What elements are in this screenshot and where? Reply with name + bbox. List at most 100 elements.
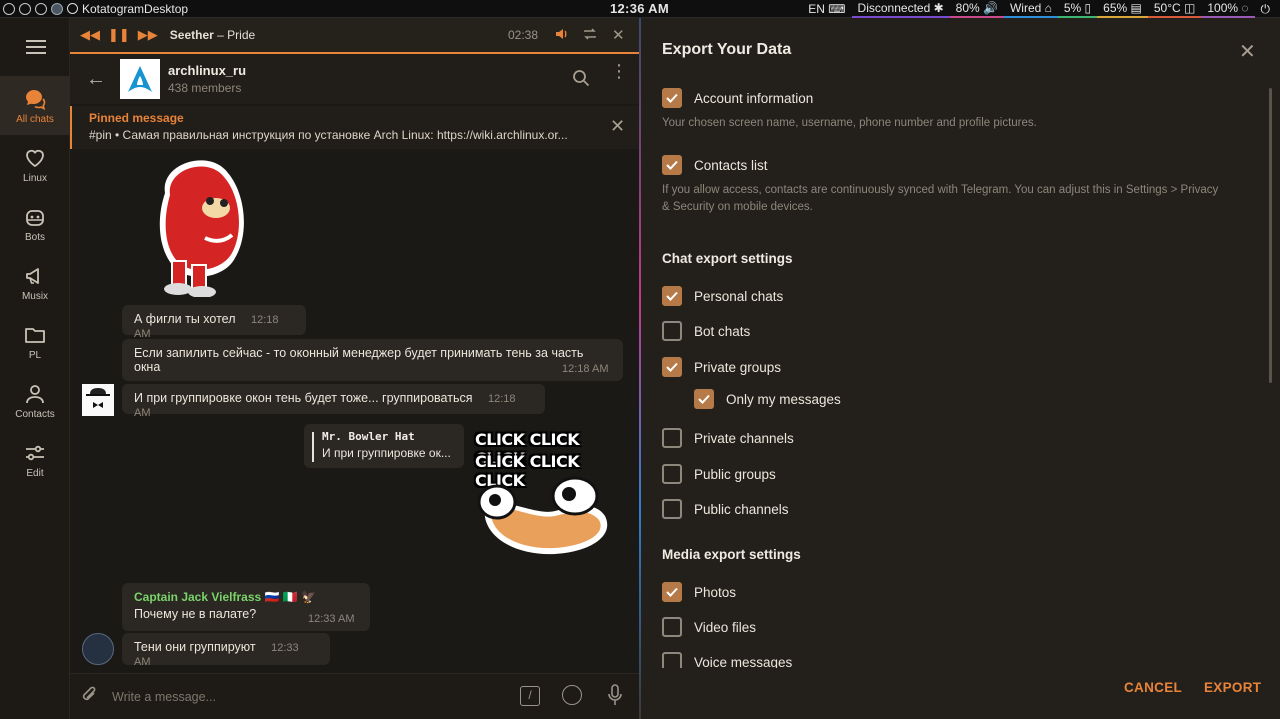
- checkbox-checked[interactable]: [662, 88, 682, 108]
- option-public-channels[interactable]: Public channels: [662, 499, 789, 519]
- folder-label: Linux: [23, 172, 47, 184]
- message-text: А фигли ты хотел: [134, 312, 236, 326]
- volume-indicator[interactable]: 80% 🔊: [949, 0, 1004, 18]
- close-export-icon[interactable]: ✕: [1239, 39, 1256, 64]
- group-name: archlinux_ru: [168, 63, 247, 78]
- user-avatar[interactable]: [82, 633, 114, 665]
- message-bubble[interactable]: Captain Jack Vielfrass 🇷🇺 🇮🇹 🦅 Почему не…: [122, 583, 370, 631]
- folder-contacts[interactable]: Contacts: [0, 371, 70, 430]
- pinned-message-bar[interactable]: Pinned message #pin • Самая правильная и…: [70, 106, 639, 149]
- volume-icon[interactable]: [554, 26, 570, 45]
- checkbox-unchecked[interactable]: [662, 617, 682, 637]
- option-private-channels[interactable]: Private channels: [662, 428, 794, 448]
- checkbox-unchecked[interactable]: [662, 321, 682, 341]
- checkbox-checked[interactable]: [662, 582, 682, 602]
- reply-preview[interactable]: Mr. Bowler Hat И при группировке ок...: [304, 424, 464, 468]
- emoji-icon[interactable]: [562, 685, 582, 705]
- memory-indicator[interactable]: 65% ▤: [1097, 0, 1148, 18]
- checkbox-unchecked[interactable]: [662, 464, 682, 484]
- folder-all-chats[interactable]: All chats: [0, 76, 70, 135]
- folder-bots[interactable]: Bots: [0, 194, 70, 253]
- message-bubble[interactable]: Тени они группируют 12:33 AM: [122, 633, 330, 668]
- option-bot-chats[interactable]: Bot chats: [662, 321, 750, 341]
- option-contacts[interactable]: Contacts list: [662, 155, 768, 175]
- pinned-title: Pinned message: [89, 111, 184, 125]
- user-avatar[interactable]: [82, 384, 114, 416]
- clock[interactable]: 12:36 AM: [610, 1, 669, 16]
- maximize-window-icon[interactable]: [35, 2, 47, 15]
- minimize-window-icon[interactable]: [19, 2, 31, 15]
- network-indicator[interactable]: Wired ⌂: [1003, 0, 1058, 18]
- track-title[interactable]: Seether – Pride: [170, 28, 255, 42]
- option-label: Private groups: [694, 359, 782, 375]
- temperature-indicator[interactable]: 50°C ◫: [1147, 0, 1202, 18]
- group-avatar[interactable]: [120, 59, 160, 99]
- folder-linux[interactable]: Linux: [0, 135, 70, 194]
- checkbox-checked[interactable]: [694, 389, 714, 409]
- repeat-icon[interactable]: [582, 26, 598, 45]
- checkbox-unchecked[interactable]: [662, 499, 682, 519]
- app-title-label: KotatogramDesktop: [82, 1, 189, 16]
- message-bubble[interactable]: И при группировке окон тень будет тоже..…: [122, 384, 545, 419]
- option-public-groups[interactable]: Public groups: [662, 464, 776, 484]
- pause-icon[interactable]: ❚❚: [108, 27, 130, 43]
- pinned-text: #pin • Самая правильная инструкция по ус…: [89, 128, 568, 142]
- folder-musix[interactable]: Musix: [0, 253, 70, 312]
- option-account-info[interactable]: Account information: [662, 88, 813, 108]
- checkbox-checked[interactable]: [662, 286, 682, 306]
- keyboard-layout-indicator[interactable]: EN ⌨: [802, 0, 851, 18]
- checkbox-unchecked[interactable]: [662, 428, 682, 448]
- option-voice-messages[interactable]: Voice messages: [662, 652, 792, 668]
- bot-command-icon[interactable]: /: [520, 686, 540, 706]
- previous-track-icon[interactable]: ◀◀: [80, 27, 100, 43]
- folder-pl[interactable]: PL: [0, 312, 70, 371]
- bot-icon: [26, 209, 44, 226]
- sliders-icon: [26, 445, 44, 460]
- close-window-icon[interactable]: [3, 2, 15, 15]
- folder-edit[interactable]: Edit: [0, 430, 70, 489]
- bowler-hat-icon: [86, 388, 110, 408]
- export-button[interactable]: EXPORT: [1204, 680, 1261, 695]
- option-label: Private channels: [694, 430, 794, 446]
- checkbox-unchecked[interactable]: [662, 652, 682, 668]
- option-label: Only my messages: [726, 391, 841, 407]
- attach-icon[interactable]: [80, 684, 98, 709]
- option-photos[interactable]: Photos: [662, 582, 736, 602]
- menu-icon[interactable]: [26, 40, 46, 58]
- close-player-icon[interactable]: ✕: [612, 26, 625, 44]
- close-pinned-icon[interactable]: ✕: [610, 116, 625, 137]
- more-menu-icon[interactable]: ⋮: [610, 62, 628, 80]
- option-personal-chats[interactable]: Personal chats: [662, 286, 783, 306]
- battery-indicator[interactable]: 100% ◌: [1201, 0, 1255, 18]
- cpu-indicator[interactable]: 5% ▯: [1057, 0, 1098, 18]
- cancel-button[interactable]: CANCEL: [1124, 680, 1182, 695]
- group-info[interactable]: archlinux_ru 438 members: [168, 63, 246, 95]
- knuckles-sticker[interactable]: [150, 153, 252, 298]
- sender-name[interactable]: Captain Jack Vielfrass 🇷🇺 🇮🇹 🦅: [134, 590, 358, 604]
- message-bubble[interactable]: Если запилить сейчас - то оконный менедж…: [122, 339, 623, 381]
- active-window-icon[interactable]: [51, 2, 63, 15]
- message-text: Если запилить сейчас - то оконный менедж…: [134, 346, 584, 374]
- microphone-icon[interactable]: [608, 684, 622, 709]
- next-track-icon[interactable]: ▶▶: [138, 27, 158, 43]
- option-label: Personal chats: [694, 288, 784, 304]
- back-arrow-icon[interactable]: ←: [86, 68, 106, 91]
- message-input[interactable]: Write a message...: [112, 690, 216, 704]
- message-bubble[interactable]: А фигли ты хотел 12:18 AM: [122, 305, 306, 340]
- bluetooth-indicator[interactable]: Disconnected ✱: [851, 0, 950, 18]
- chat-panel: ◀◀ ❚❚ ▶▶ Seether – Pride 02:38 ✕ ← archl…: [70, 18, 639, 719]
- message-time: 12:33 AM: [308, 613, 355, 625]
- click-sticker[interactable]: CLICK CLICK CLICK CLICK CLICK CLICK: [475, 430, 621, 562]
- option-video-files[interactable]: Video files: [662, 617, 756, 637]
- taskbar-app-title[interactable]: KotatogramDesktop: [67, 2, 188, 16]
- option-private-groups[interactable]: Private groups: [662, 357, 781, 377]
- checkbox-checked[interactable]: [662, 155, 682, 175]
- power-icon[interactable]: ⏻: [1255, 0, 1277, 18]
- option-only-my-messages[interactable]: Only my messages: [694, 389, 841, 409]
- folder-label: Edit: [26, 467, 44, 479]
- search-icon[interactable]: [572, 69, 590, 90]
- checkbox-checked[interactable]: [662, 357, 682, 377]
- message-time: 12:18 AM: [562, 363, 609, 375]
- folder-label: All chats: [16, 113, 54, 125]
- message-text: И при группировке окон тень будет тоже..…: [134, 391, 473, 405]
